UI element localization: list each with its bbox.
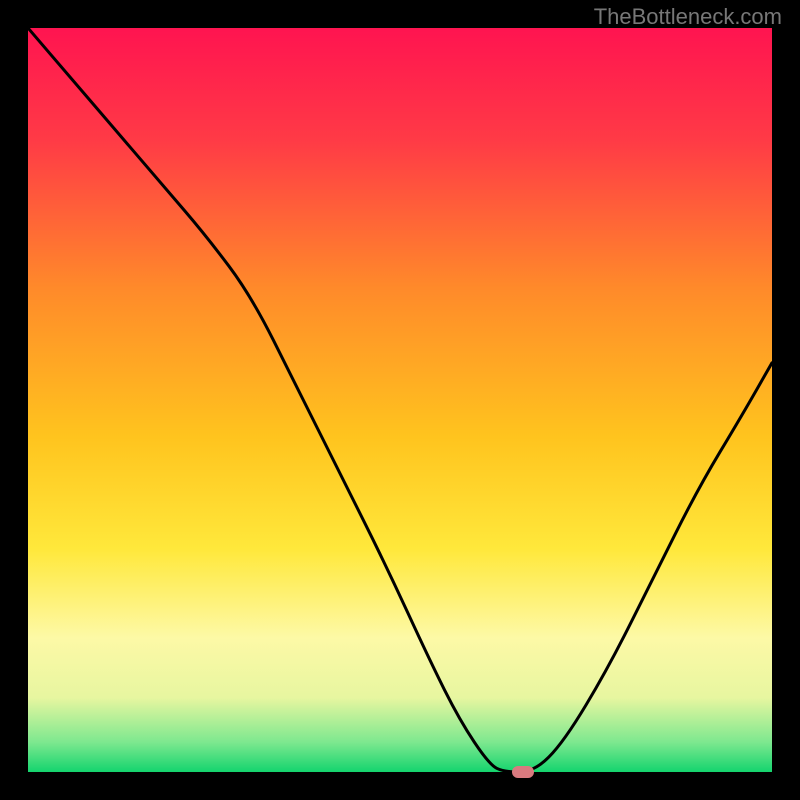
bottleneck-marker bbox=[512, 766, 534, 778]
watermark-text: TheBottleneck.com bbox=[594, 4, 782, 30]
curve-layer bbox=[28, 28, 772, 772]
bottleneck-curve bbox=[28, 28, 772, 772]
plot-area bbox=[28, 28, 772, 772]
chart-container: TheBottleneck.com bbox=[0, 0, 800, 800]
